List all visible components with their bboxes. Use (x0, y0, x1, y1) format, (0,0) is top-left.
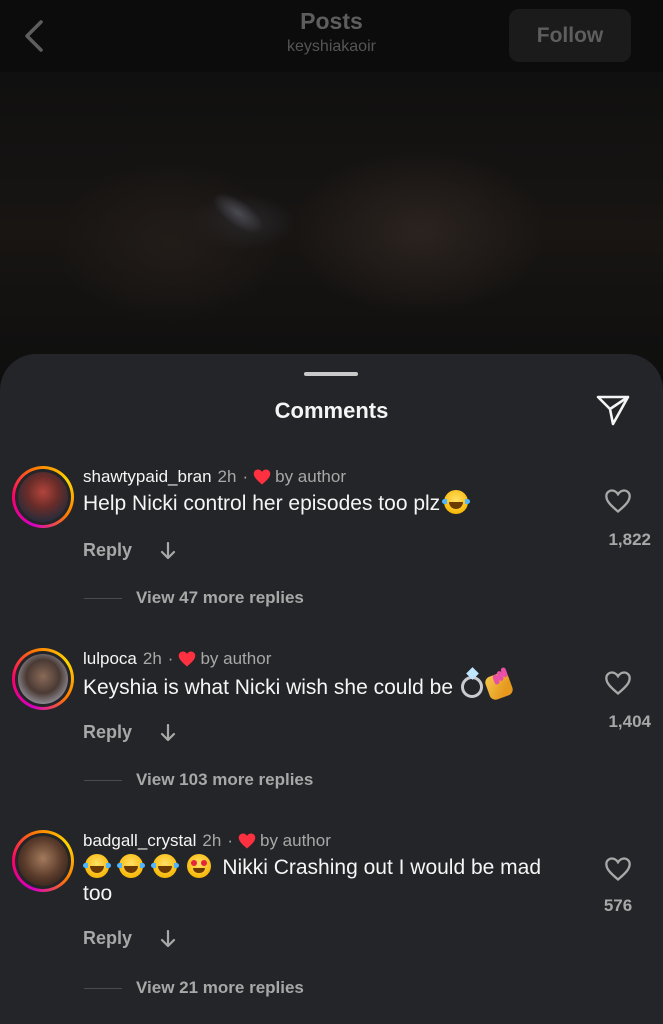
like-count: 1,822 (608, 530, 651, 549)
view-replies-button[interactable]: View 21 more replies (84, 978, 304, 998)
comment-text: Nikki Crashing out I would be mad too (83, 854, 573, 907)
top-bar: Posts keyshiakaoir Follow (0, 0, 663, 72)
like-control: 1,404 (593, 670, 651, 732)
comment-time: 2h (202, 831, 222, 850)
comment-username[interactable]: shawtypaid_bran (83, 466, 212, 488)
reply-arrow-button[interactable] (158, 541, 178, 561)
image-highlight (205, 185, 271, 241)
comment-text: Help Nicki control her episodes too plz (83, 490, 573, 517)
reply-button[interactable]: Reply (83, 540, 132, 561)
like-count: 1,404 (608, 712, 651, 731)
meta-separator: · (227, 831, 233, 850)
laughing-emoji-icon (83, 854, 111, 878)
laughing-emoji-icon (442, 490, 471, 514)
like-control: 1,822 (593, 488, 651, 550)
nail-polish-emoji-icon (483, 670, 515, 702)
comment-meta: lulpoca 2h · by author (83, 648, 271, 670)
heart-filled-icon (253, 469, 271, 485)
arrow-down-icon (160, 929, 176, 947)
comment-meta: badgall_crystal 2h · by author (83, 830, 331, 852)
comment-time: 2h (142, 649, 162, 668)
avatar[interactable] (12, 830, 74, 892)
laughing-emoji-icon (116, 854, 145, 878)
comment-actions: Reply (83, 540, 178, 561)
comment-meta: shawtypaid_bran 2h · by author (83, 466, 346, 488)
comment-time: 2h (217, 467, 237, 486)
view-replies-label: View 21 more replies (136, 978, 304, 997)
like-count: 576 (603, 896, 633, 915)
paper-plane-icon (596, 395, 630, 426)
comment-actions: Reply (83, 928, 178, 949)
post-image[interactable] (0, 72, 663, 392)
avatar[interactable] (12, 466, 74, 528)
reply-button[interactable]: Reply (83, 928, 132, 949)
drag-handle[interactable] (304, 372, 358, 376)
comment-body: Help Nicki control her episodes too plz (83, 492, 441, 515)
liked-by-author-label: by author (260, 831, 331, 850)
comment-actions: Reply (83, 722, 178, 743)
comment-body: Keyshia is what Nicki wish she could be (83, 676, 454, 699)
arrow-down-icon (160, 723, 176, 741)
view-replies-label: View 47 more replies (136, 588, 304, 607)
view-replies-button[interactable]: View 47 more replies (84, 588, 304, 608)
ring-emoji-icon (461, 676, 484, 698)
comments-sheet: Comments shawtypaid_bran 2h · by author … (0, 354, 663, 1024)
arrow-down-icon (160, 541, 176, 559)
heart-outline-icon[interactable] (604, 670, 632, 696)
meta-separator: · (167, 649, 174, 668)
share-button[interactable] (593, 390, 633, 430)
heart-filled-icon (238, 833, 256, 849)
reply-arrow-button[interactable] (158, 723, 178, 743)
comments-title: Comments (274, 398, 389, 423)
heart-outline-icon[interactable] (604, 856, 632, 882)
comment-body-line1: Nikki Crashing out I would be mad (222, 856, 542, 879)
replies-divider (84, 779, 122, 781)
reply-button[interactable]: Reply (83, 722, 132, 743)
laughing-emoji-icon (150, 854, 179, 878)
follow-button[interactable]: Follow (509, 9, 631, 62)
replies-divider (84, 597, 122, 599)
view-replies-button[interactable]: View 103 more replies (84, 770, 313, 790)
view-replies-label: View 103 more replies (136, 770, 314, 789)
comment-username[interactable]: lulpoca (83, 648, 137, 670)
comment-text: Keyshia is what Nicki wish she could be (83, 670, 573, 702)
avatar[interactable] (12, 648, 74, 710)
reply-arrow-button[interactable] (158, 929, 178, 949)
comment-body-line2: too (83, 882, 113, 905)
heart-filled-icon (179, 651, 196, 667)
liked-by-author-label: by author (200, 649, 272, 668)
meta-separator: · (242, 467, 249, 486)
replies-divider (84, 987, 122, 989)
liked-by-author-label: by author (275, 467, 347, 486)
heart-eyes-emoji-icon (186, 854, 211, 878)
like-control: 576 (593, 856, 643, 916)
heart-outline-icon[interactable] (604, 488, 632, 514)
comment-username[interactable]: badgall_crystal (83, 830, 196, 852)
